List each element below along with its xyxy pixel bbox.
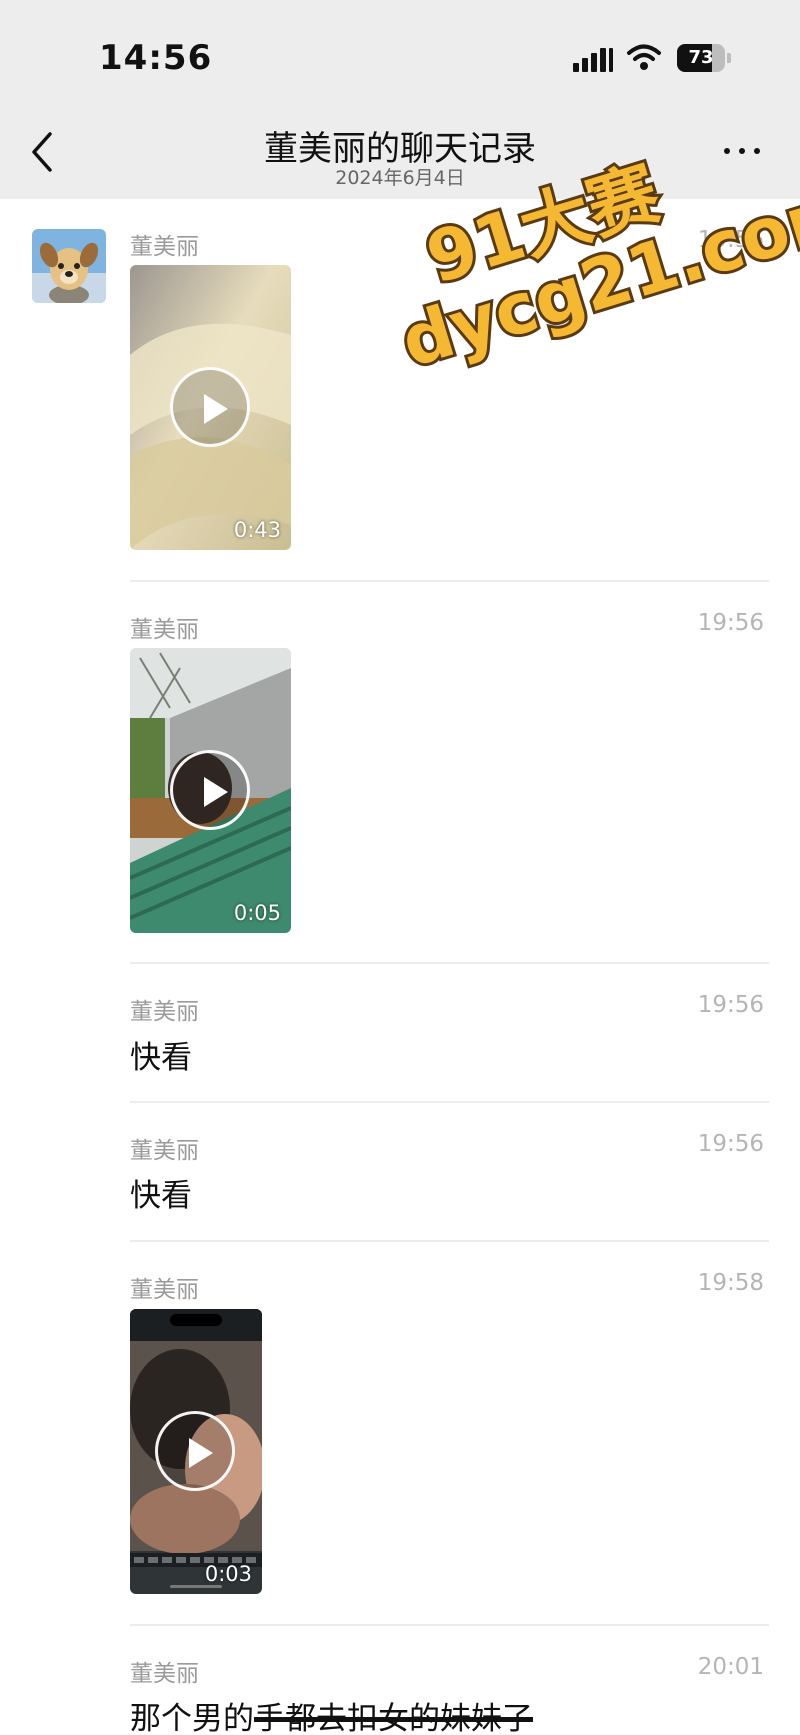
video-duration: 0:43 [233,518,281,542]
message-text-struck: 手都去扣女的妹妹了 [254,1701,533,1735]
divider [130,1101,769,1103]
message-sender: 董美丽 [130,1138,199,1164]
avatar[interactable] [32,229,106,303]
status-time: 14:56 [99,38,213,78]
video-duration: 0:05 [233,901,281,925]
divider [130,1240,769,1242]
message-sender: 董美丽 [130,234,199,260]
message-time: 19:58 [697,1270,764,1296]
message-time: 20:01 [697,1654,764,1680]
message-time: 19:56 [697,610,764,636]
message-sender: 董美丽 [130,1277,199,1303]
wifi-icon [627,44,661,70]
divider [130,1624,769,1626]
play-icon[interactable] [170,750,250,830]
battery-icon: 73 [677,44,731,72]
more-dots-icon[interactable] [720,140,764,160]
video-message[interactable]: 0:05 [130,648,291,933]
play-icon[interactable] [155,1411,235,1491]
message-text: 快看 [130,1178,192,1214]
divider [130,962,769,964]
play-icon[interactable] [170,367,250,447]
message-sender: 董美丽 [130,617,199,643]
divider [130,580,769,582]
message-time: 19:56 [697,1131,764,1157]
message-sender: 董美丽 [130,999,199,1025]
message-text-plain: 那个男的 [130,1701,254,1735]
video-message[interactable]: 0:03 [130,1309,262,1594]
message-text: 快看 [130,1040,192,1076]
message-text: 那个男的手都去扣女的妹妹了 [130,1693,533,1735]
video-duration: 0:03 [204,1562,252,1586]
cellular-signal-icon [573,46,613,72]
video-message[interactable]: 0:43 [130,265,291,550]
page-subtitle: 2024年6月4日 [335,167,465,189]
message-sender: 董美丽 [130,1661,199,1687]
battery-level: 73 [688,47,714,68]
message-time: 19:56 [697,992,764,1018]
